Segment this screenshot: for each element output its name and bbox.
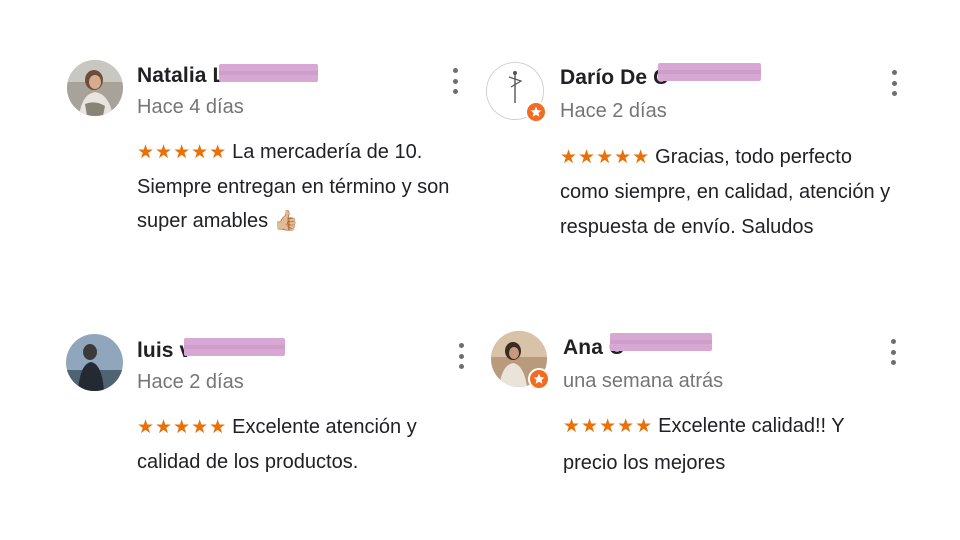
review-text: ★★★★★ Excelente atención y calidad de los…: [137, 410, 467, 480]
reviewer-avatar[interactable]: [491, 331, 550, 390]
more-dot: [452, 89, 458, 94]
star-rating: ★★★★★: [560, 147, 651, 168]
reviewer-name[interactable]: Darío De C: [560, 66, 668, 89]
star-rating: ★★★★★: [563, 416, 654, 437]
more-options-button[interactable]: [455, 343, 467, 369]
more-vertical-icon: [452, 68, 458, 73]
reviewer-name-row: Darío De C: [560, 66, 668, 90]
star-rating: ★★★★★: [137, 142, 228, 163]
reviewer-avatar[interactable]: [67, 60, 123, 116]
more-vertical-icon: [891, 70, 897, 75]
local-guide-star-icon: [528, 368, 550, 390]
more-dot: [458, 353, 464, 359]
review-text: ★★★★★ Gracias, todo perfecto como siempre…: [560, 140, 905, 245]
review-date: Hace 2 días: [560, 100, 667, 122]
name-redaction: [184, 338, 285, 356]
name-redaction: [610, 333, 712, 351]
more-dot: [891, 91, 897, 96]
more-options-button[interactable]: [449, 68, 461, 94]
reviewer-avatar[interactable]: [486, 62, 547, 123]
review-date: una semana atrás: [563, 370, 724, 392]
review-text: ★★★★★ Excelente calidad!! Y precio los me…: [563, 408, 893, 481]
reviewer-avatar[interactable]: [66, 334, 123, 391]
review-text: ★★★★★ La mercadería de 10. Siempre entreg…: [137, 135, 462, 238]
review-date: Hace 2 días: [137, 371, 244, 393]
more-dot: [452, 78, 458, 84]
name-redaction: [219, 64, 318, 82]
more-options-button[interactable]: [888, 70, 900, 96]
more-dot: [458, 364, 464, 369]
reviewer-name[interactable]: Natalia L: [137, 64, 225, 87]
more-vertical-icon: [458, 343, 464, 348]
name-redaction: [658, 63, 761, 81]
reviewer-name-row: Natalia L: [137, 64, 225, 88]
more-dot: [890, 349, 896, 355]
star-rating: ★★★★★: [137, 417, 228, 438]
review-date: Hace 4 días: [137, 96, 244, 118]
more-options-button[interactable]: [887, 339, 899, 365]
more-vertical-icon: [890, 339, 896, 344]
more-dot: [890, 360, 896, 365]
local-guide-star-icon: [525, 101, 547, 123]
more-dot: [891, 80, 897, 86]
